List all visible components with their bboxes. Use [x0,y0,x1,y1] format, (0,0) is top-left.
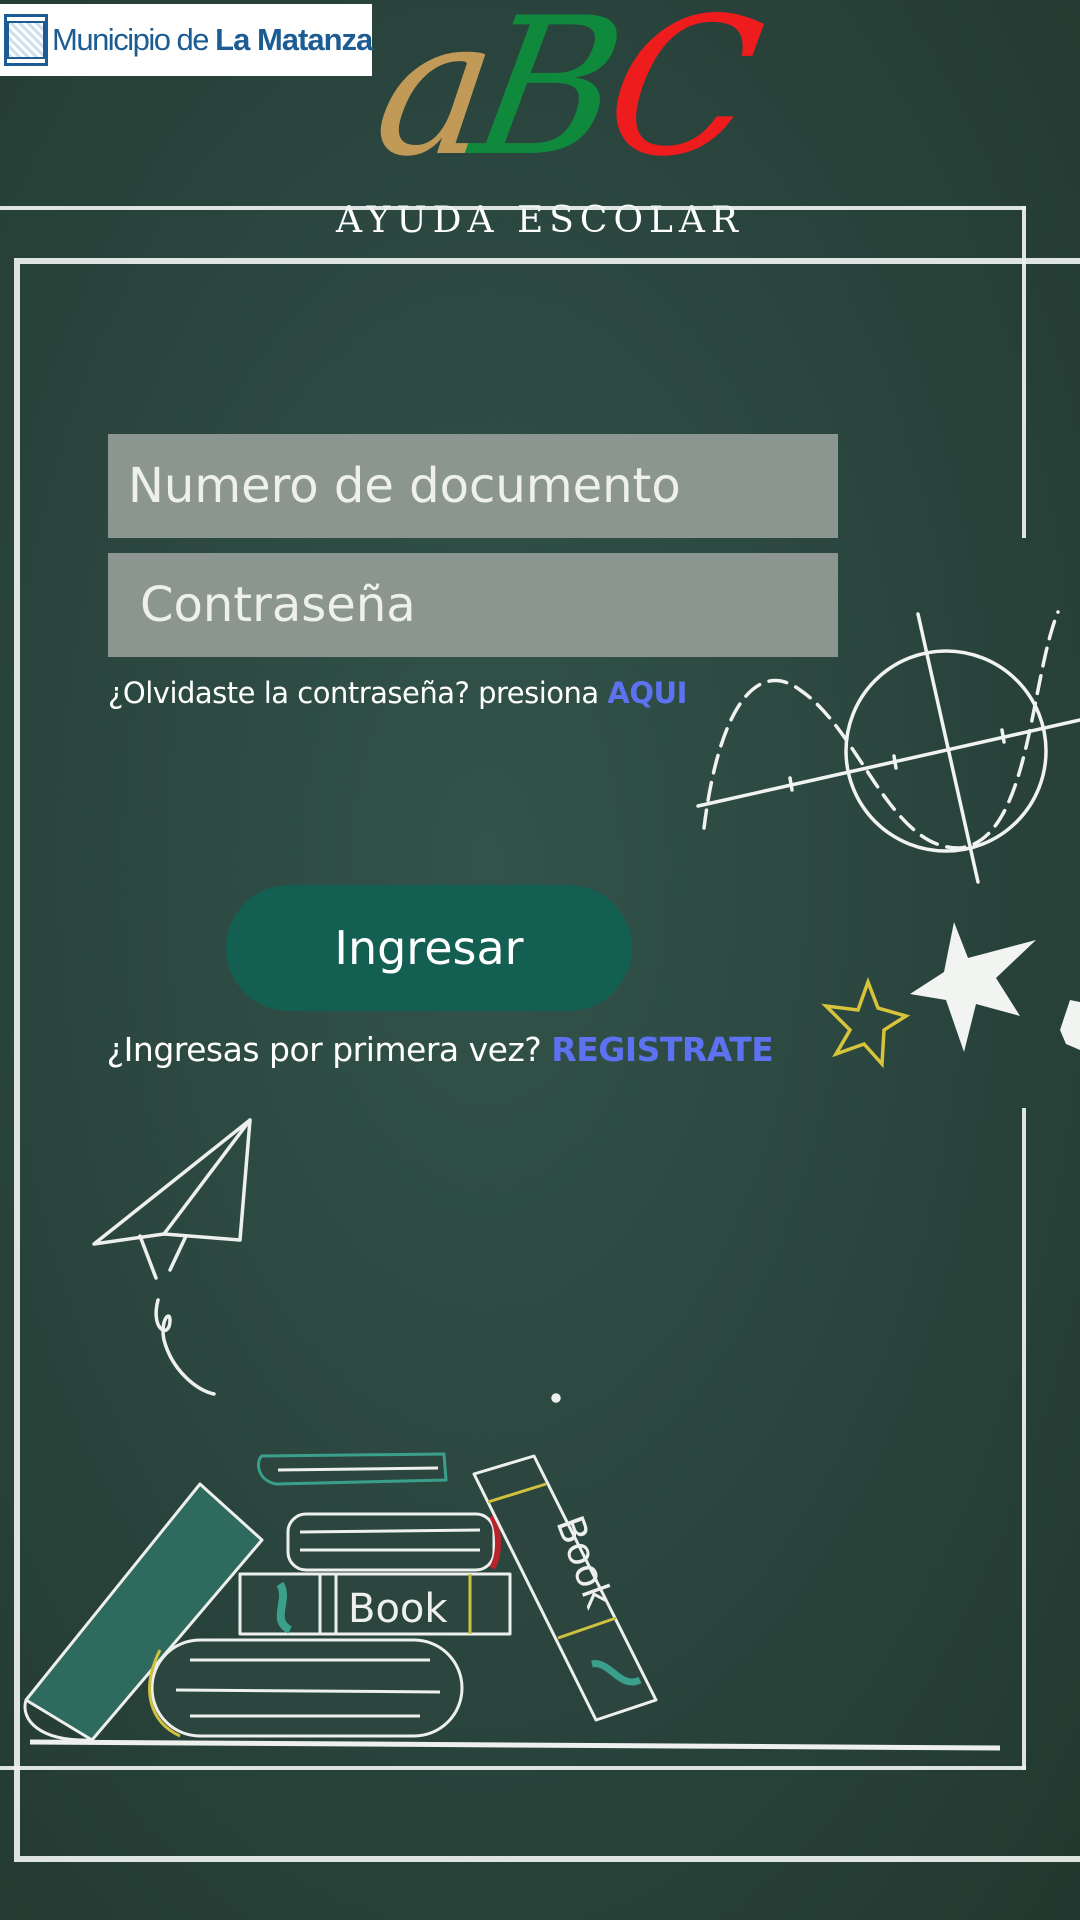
login-button[interactable]: Ingresar [226,885,632,1011]
books-stack-icon [23,1452,1001,1751]
register-link[interactable]: REGISTRATE [551,1030,774,1069]
register-label: ¿Ingresas por primera vez? [106,1030,552,1069]
document-number-input[interactable] [108,434,838,538]
forgot-password-text: ¿Olvidaste la contraseña? presiona AQUI [108,676,687,710]
paper-plane-icon [92,1118,561,1403]
book-spine-label: Book [348,1586,448,1632]
register-prompt: ¿Ingresas por primera vez? REGISTRATE [0,1030,880,1069]
forgot-password-label: ¿Olvidaste la contraseña? presiona [108,676,608,710]
password-input[interactable] [108,553,838,657]
forgot-password-link[interactable]: AQUI [607,676,687,710]
